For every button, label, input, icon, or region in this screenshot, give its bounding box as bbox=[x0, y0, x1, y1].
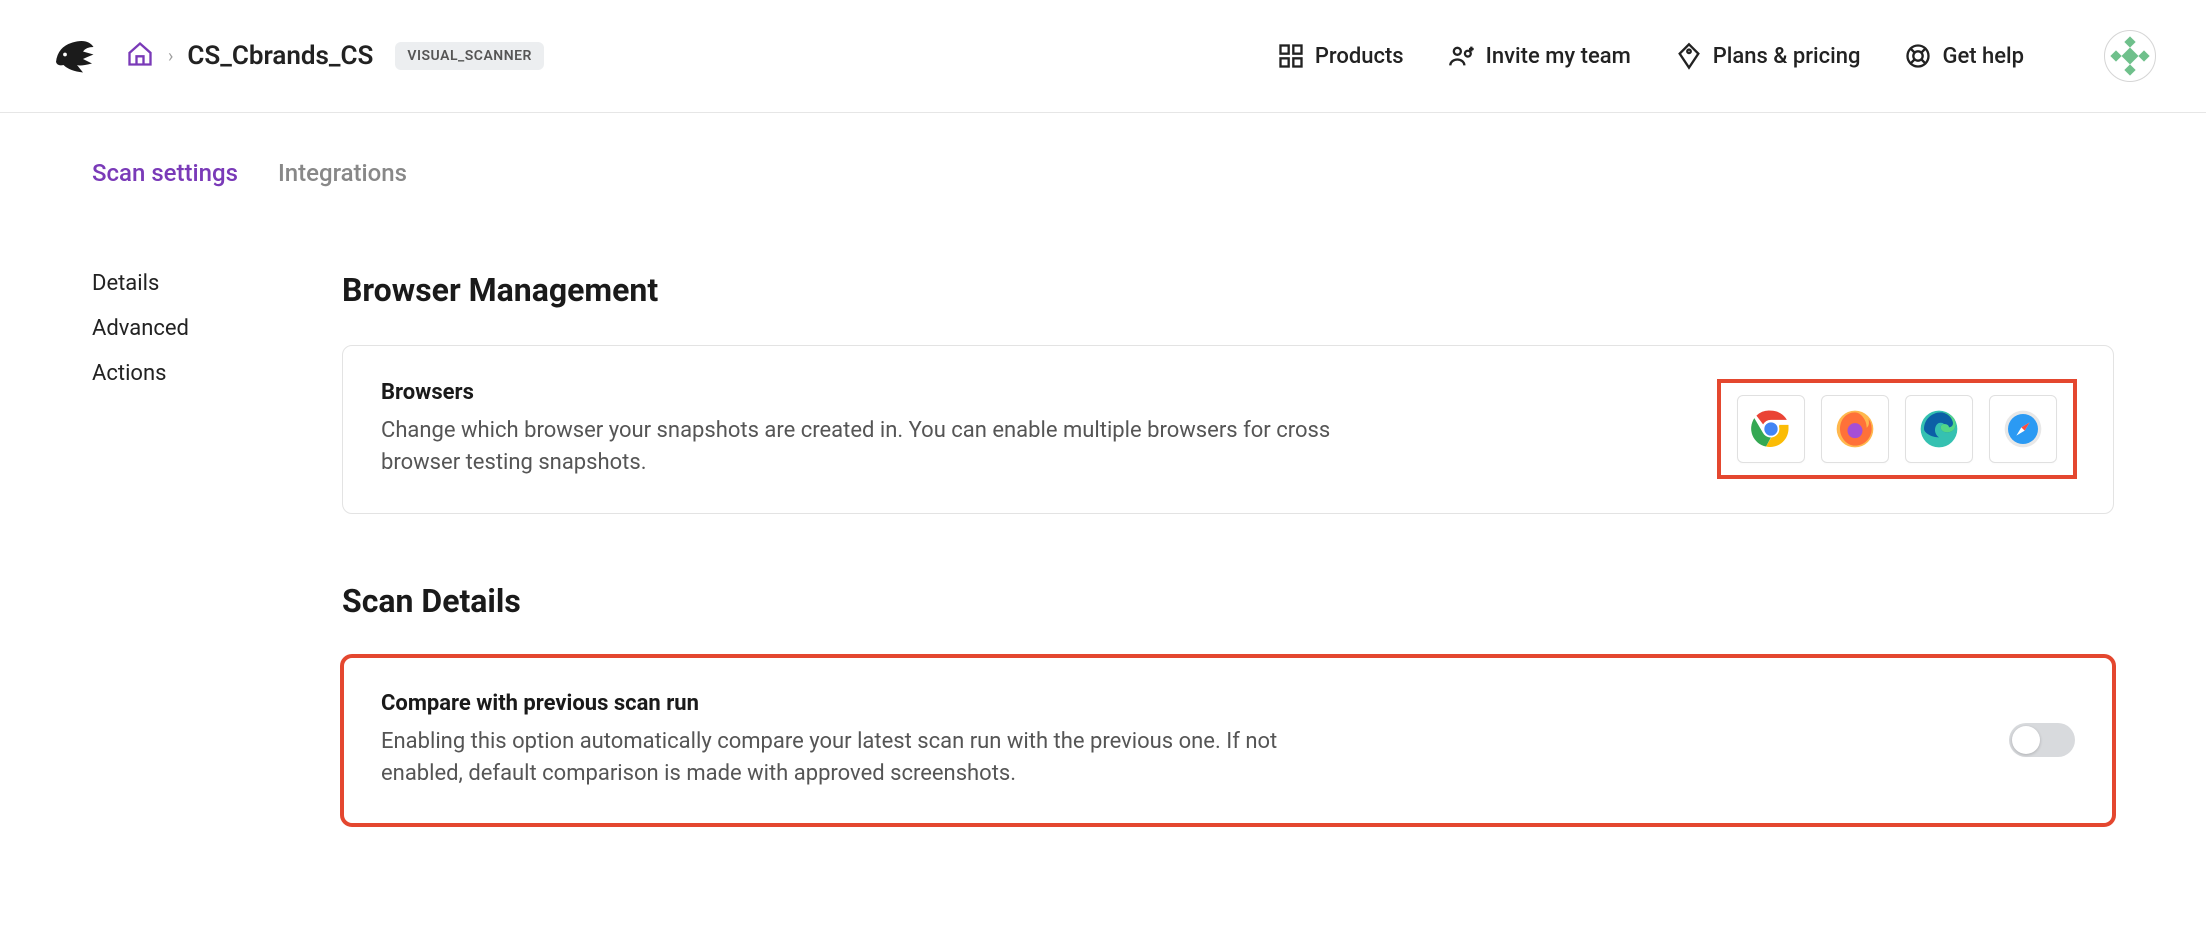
browser-selector-group bbox=[1719, 381, 2075, 477]
chrome-icon bbox=[1751, 409, 1791, 449]
nav-help-label: Get help bbox=[1942, 44, 2024, 69]
sidebar-item-details[interactable]: Details bbox=[92, 271, 222, 296]
browser-edge-button[interactable] bbox=[1905, 395, 1973, 463]
breadcrumb: › CS_Cbrands_CS VISUAL_SCANNER bbox=[126, 40, 544, 72]
content-area: Details Advanced Actions Browser Managem… bbox=[0, 187, 2206, 865]
nav-invite-team[interactable]: Invite my team bbox=[1448, 42, 1631, 70]
main-panel: Browser Management Browsers Change which… bbox=[342, 271, 2114, 825]
browser-firefox-button[interactable] bbox=[1821, 395, 1889, 463]
compare-card-title: Compare with previous scan run bbox=[381, 691, 2009, 716]
home-icon[interactable] bbox=[126, 40, 154, 72]
compare-toggle[interactable] bbox=[2009, 723, 2075, 757]
top-nav: Products Invite my team Plans & pricing … bbox=[1277, 30, 2156, 82]
section-title-browser-management: Browser Management bbox=[342, 271, 2114, 309]
nav-pricing[interactable]: Plans & pricing bbox=[1675, 42, 1861, 70]
compare-previous-card: Compare with previous scan run Enabling … bbox=[342, 656, 2114, 825]
settings-sidebar: Details Advanced Actions bbox=[92, 271, 222, 825]
nav-pricing-label: Plans & pricing bbox=[1713, 44, 1861, 69]
tag-icon bbox=[1675, 42, 1703, 70]
compare-card-description: Enabling this option automatically compa… bbox=[381, 726, 1351, 790]
edge-icon bbox=[1919, 409, 1959, 449]
sidebar-item-actions[interactable]: Actions bbox=[92, 361, 222, 386]
nav-help[interactable]: Get help bbox=[1904, 42, 2024, 70]
toggle-knob bbox=[2012, 726, 2040, 754]
sidebar-item-advanced[interactable]: Advanced bbox=[92, 316, 222, 341]
browsers-card-description: Change which browser your snapshots are … bbox=[381, 415, 1351, 479]
product-logo bbox=[50, 32, 98, 80]
nav-products-label: Products bbox=[1315, 44, 1404, 69]
project-type-badge: VISUAL_SCANNER bbox=[395, 42, 544, 70]
tab-integrations[interactable]: Integrations bbox=[278, 159, 407, 187]
nav-products[interactable]: Products bbox=[1277, 42, 1404, 70]
user-avatar[interactable] bbox=[2104, 30, 2156, 82]
browser-chrome-button[interactable] bbox=[1737, 395, 1805, 463]
page-tabs: Scan settings Integrations bbox=[0, 113, 2206, 187]
lifebuoy-icon bbox=[1904, 42, 1932, 70]
grid-icon bbox=[1277, 42, 1305, 70]
tab-scan-settings[interactable]: Scan settings bbox=[92, 159, 238, 187]
team-plus-icon bbox=[1448, 42, 1476, 70]
firefox-icon bbox=[1835, 409, 1875, 449]
project-title[interactable]: CS_Cbrands_CS bbox=[187, 41, 373, 71]
browsers-card: Browsers Change which browser your snaps… bbox=[342, 345, 2114, 514]
browser-safari-button[interactable] bbox=[1989, 395, 2057, 463]
browsers-card-title: Browsers bbox=[381, 380, 1719, 405]
header: › CS_Cbrands_CS VISUAL_SCANNER Products … bbox=[0, 0, 2206, 113]
nav-invite-label: Invite my team bbox=[1486, 44, 1631, 69]
chevron-right-icon: › bbox=[168, 46, 173, 67]
safari-icon bbox=[2003, 409, 2043, 449]
section-title-scan-details: Scan Details bbox=[342, 582, 2114, 620]
